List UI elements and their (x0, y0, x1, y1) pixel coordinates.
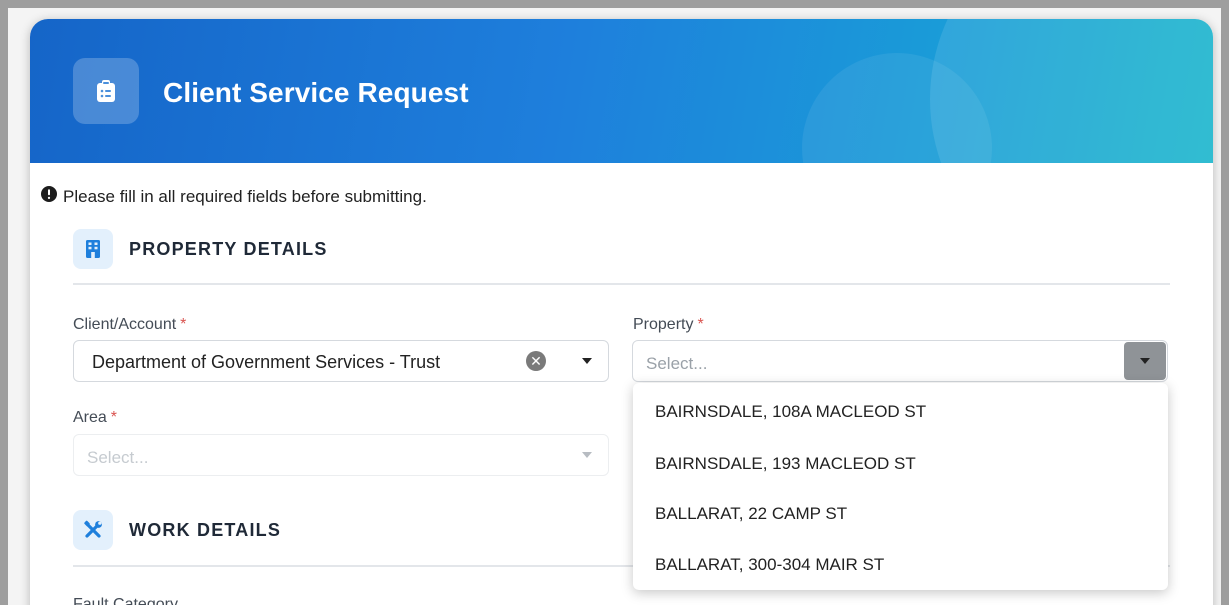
section-title: PROPERTY DETAILS (129, 238, 328, 259)
notice-text: Please fill in all required fields befor… (63, 186, 427, 206)
property-label: Property * (633, 316, 704, 334)
building-icon (73, 229, 113, 269)
property-placeholder: Select... (646, 354, 708, 373)
property-option[interactable]: BAIRNSDALE, 193 MACLEOD ST (655, 454, 916, 474)
client-account-label: Client/Account * (73, 316, 186, 334)
property-option[interactable]: BALLARAT, 300-304 MAIR ST (655, 555, 884, 575)
required-mark: * (180, 316, 187, 333)
required-fields-notice: Please fill in all required fields befor… (41, 186, 427, 207)
section-divider (73, 283, 1170, 285)
section-header-work: WORK DETAILS (73, 510, 281, 550)
area-select[interactable]: Select... (73, 434, 609, 476)
clear-icon[interactable]: ✕ (526, 351, 546, 371)
area-placeholder: Select... (87, 448, 149, 467)
exclamation-circle-icon (41, 186, 57, 207)
tools-icon (73, 510, 113, 550)
page-title: Client Service Request (163, 77, 469, 108)
property-options-menu: BAIRNSDALE, 108A MACLEOD ST BAIRNSDALE, … (633, 383, 1168, 590)
property-option[interactable]: BALLARAT, 22 CAMP ST (655, 504, 847, 524)
label-text: Property (633, 316, 694, 333)
fault-category-label: Fault Category (73, 596, 178, 605)
property-option[interactable]: BAIRNSDALE, 108A MACLEOD ST (655, 402, 926, 422)
required-mark: * (697, 316, 704, 333)
label-text: Client/Account (73, 316, 177, 333)
client-account-value: Department of Government Services - Trus… (92, 352, 441, 372)
area-label: Area * (73, 409, 117, 427)
label-text: Area (73, 409, 107, 426)
form-header: Client Service Request (30, 19, 1213, 163)
client-account-select[interactable]: Department of Government Services - Trus… (73, 340, 609, 382)
chevron-down-icon (1140, 358, 1150, 364)
chevron-down-icon[interactable] (582, 452, 592, 458)
property-select[interactable]: Select... (632, 340, 1168, 382)
required-mark: * (110, 409, 118, 426)
section-header-property: PROPERTY DETAILS (73, 229, 328, 269)
section-title: WORK DETAILS (129, 519, 282, 540)
clipboard-list-icon (73, 58, 139, 124)
property-dropdown-button[interactable] (1124, 342, 1166, 380)
chevron-down-icon[interactable] (582, 358, 592, 364)
